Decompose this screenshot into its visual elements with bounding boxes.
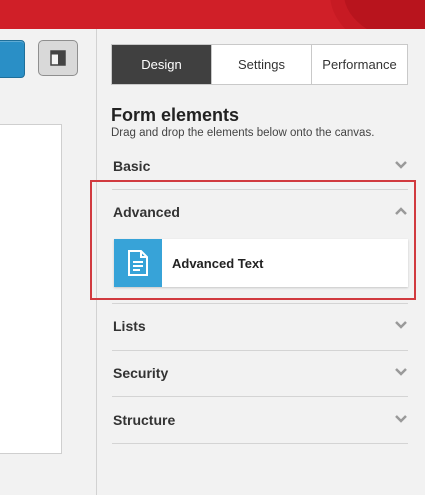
section-security[interactable]: Security: [112, 351, 408, 397]
chevron-down-icon[interactable]: [395, 367, 407, 377]
chevron-down-icon[interactable]: [395, 414, 407, 424]
form-canvas[interactable]: [0, 124, 62, 454]
form-elements-panel: Design Settings Performance Form element…: [90, 29, 425, 495]
layout-icon: [50, 50, 66, 66]
tab-settings[interactable]: Settings: [211, 45, 311, 84]
document-icon: [114, 239, 162, 287]
section-label: Lists: [113, 318, 146, 334]
section-lists[interactable]: Lists: [112, 303, 408, 351]
chevron-up-icon[interactable]: [395, 206, 407, 216]
section-label: Basic: [113, 158, 151, 174]
panel-subtitle: Drag and drop the elements below onto th…: [111, 127, 375, 139]
section-label: Structure: [113, 412, 176, 428]
layout-toggle-button[interactable]: [38, 40, 78, 76]
section-structure[interactable]: Structure: [112, 398, 408, 444]
tab-design[interactable]: Design: [112, 45, 211, 84]
chevron-down-icon[interactable]: [395, 160, 407, 170]
section-label: Advanced: [113, 204, 180, 220]
panel-tabs: Design Settings Performance: [111, 44, 408, 85]
left-pane: [0, 29, 97, 495]
top-header-bar: [0, 0, 425, 29]
element-label: Advanced Text: [172, 255, 264, 271]
chevron-down-icon[interactable]: [395, 320, 407, 330]
section-basic[interactable]: Basic: [112, 144, 408, 190]
tab-performance[interactable]: Performance: [311, 45, 407, 84]
section-label: Security: [113, 365, 169, 381]
panel-title: Form elements: [111, 105, 240, 125]
header-decoration: [330, 0, 425, 29]
primary-action-button[interactable]: [0, 40, 25, 78]
element-advanced-text[interactable]: Advanced Text: [114, 239, 408, 287]
